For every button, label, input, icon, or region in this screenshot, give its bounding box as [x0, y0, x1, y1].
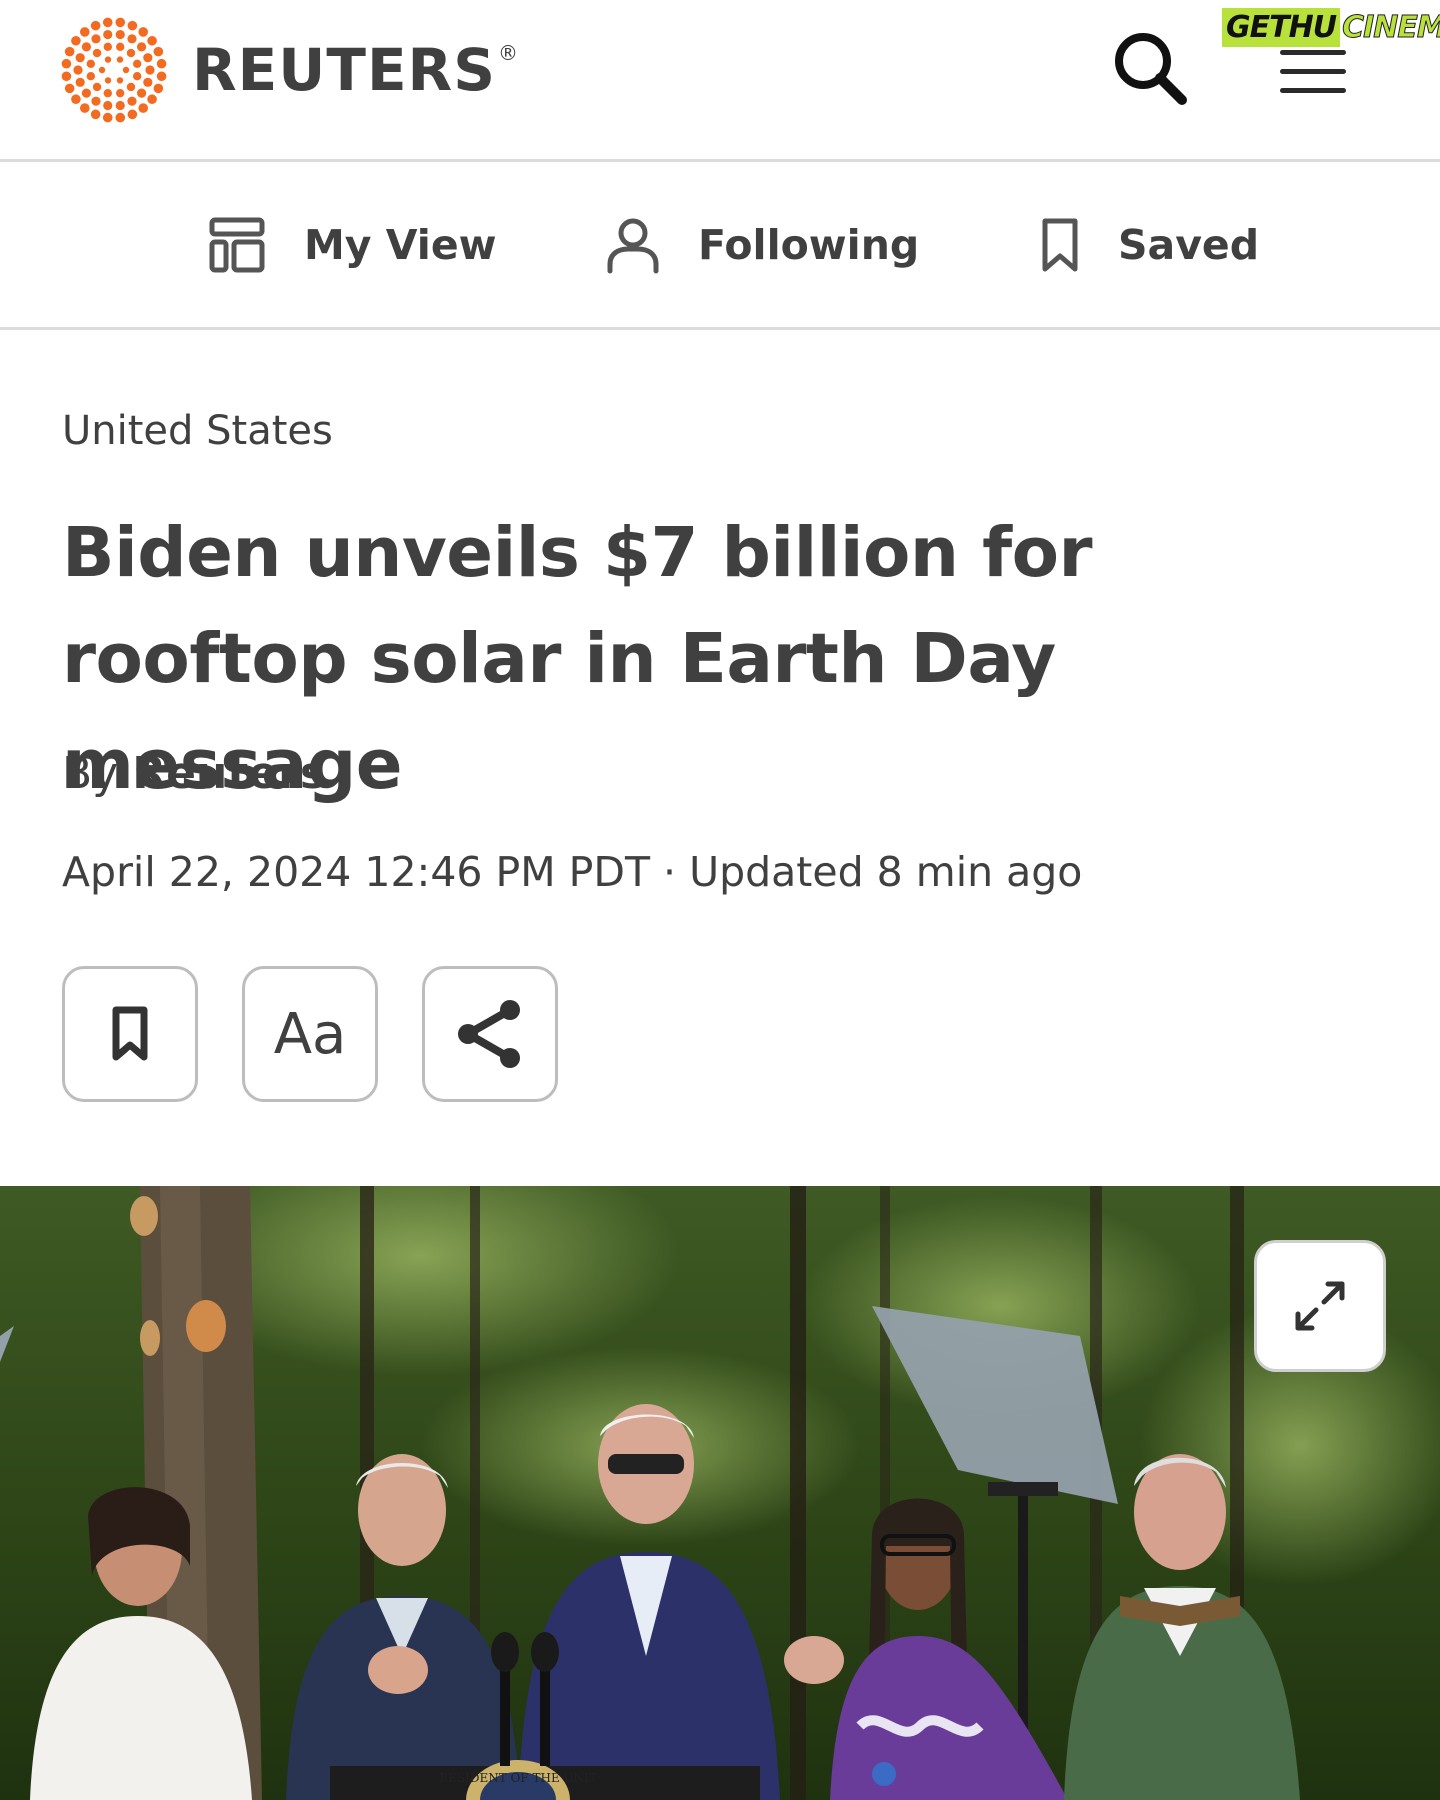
logo-dot: [102, 112, 113, 123]
logo-dot: [91, 34, 101, 44]
expand-icon: [1295, 1281, 1345, 1331]
hero-photo[interactable]: RESIDENT OF THE UNIT: [0, 1186, 1440, 1800]
logo-dot: [61, 71, 72, 82]
logo-dot: [61, 58, 72, 69]
logo-dot: [127, 34, 137, 44]
logo-dot: [136, 88, 147, 98]
logo-dot: [115, 29, 125, 40]
logo-dot: [126, 48, 136, 58]
logo-dot: [64, 83, 75, 94]
article-dateline: April 22, 2024 12:46 PM PDT · Updated 8 …: [62, 848, 1083, 896]
logo-dot: [143, 53, 153, 63]
logo-dot: [92, 48, 102, 58]
logo-dot: [153, 83, 164, 94]
logo-dot: [126, 82, 136, 92]
author-link[interactable]: Reuters: [132, 748, 326, 799]
logo-dot: [127, 20, 138, 31]
logo-dot: [153, 46, 164, 57]
menu-line: [1280, 69, 1346, 74]
reuters-logo[interactable]: REUTERS ®: [58, 14, 519, 126]
logo-dot: [71, 35, 81, 46]
expand-image-button[interactable]: [1254, 1240, 1386, 1372]
logo-dot: [81, 88, 92, 98]
logo-dot: [86, 72, 96, 81]
logo-dot: [103, 29, 113, 40]
hamburger-menu-button[interactable]: [1280, 50, 1346, 94]
reuters-logo-mark-icon: [61, 17, 167, 123]
text-size-label: Aa: [273, 1001, 347, 1067]
logo-dot: [156, 71, 167, 82]
logo-dot: [103, 42, 112, 52]
logo-dot: [127, 96, 137, 106]
nav-following-label: Following: [698, 221, 920, 269]
watermark-text-1: GETHU: [1222, 7, 1341, 47]
logo-dot: [145, 65, 155, 75]
logo-dot: [90, 20, 101, 31]
logo-dot: [104, 77, 112, 84]
logo-dot: [122, 66, 130, 74]
logo-dot: [98, 66, 106, 74]
logo-dot: [143, 77, 153, 87]
logo-dot: [92, 82, 102, 92]
brand-wordmark: REUTERS ®: [192, 36, 519, 104]
logo-dot: [81, 42, 92, 52]
menu-line: [1280, 88, 1346, 93]
logo-dot: [73, 65, 83, 75]
logo-dot: [136, 42, 147, 52]
bookmark-icon: [1042, 218, 1078, 272]
hero-photo-illustration: RESIDENT OF THE UNIT: [0, 1186, 1440, 1800]
logo-dot: [64, 46, 75, 57]
text-size-button[interactable]: Aa: [242, 966, 378, 1102]
logo-dot: [115, 100, 125, 111]
logo-dot: [138, 103, 149, 113]
logo-dot: [79, 103, 90, 113]
nav-saved-label: Saved: [1118, 221, 1260, 269]
nav-following[interactable]: Following: [606, 210, 919, 280]
logo-dot: [71, 94, 81, 105]
logo-dot: [104, 56, 112, 63]
share-icon: [458, 1000, 520, 1068]
logo-dot: [138, 27, 149, 37]
logo-dot: [116, 56, 124, 63]
search-button[interactable]: [1112, 30, 1188, 106]
logo-dot: [156, 58, 167, 69]
podium-seal-text: RESIDENT OF THE UNIT: [439, 1771, 597, 1785]
logo-dot: [79, 27, 90, 37]
logo-dot: [147, 94, 157, 105]
logo-dot: [116, 88, 125, 98]
byline: By Reuters: [62, 748, 326, 799]
logo-dot: [132, 59, 142, 68]
logo-dot: [103, 100, 113, 111]
logo-dot: [103, 88, 112, 98]
byline-prefix: By: [62, 748, 119, 799]
watermark-logo: GETHU CINEMA: [1222, 2, 1440, 52]
site-header: REUTERS® GETHU CINEMA: [0, 0, 1440, 162]
person-icon: [607, 218, 659, 274]
logo-dot: [116, 42, 125, 52]
logo-dot: [102, 17, 113, 28]
logo-dot: [90, 109, 101, 120]
logo-dot: [132, 72, 142, 81]
logo-dot: [127, 109, 138, 120]
bookmark-icon: [112, 1006, 148, 1061]
bookmark-article-button[interactable]: [62, 966, 198, 1102]
nav-my-view[interactable]: My View: [208, 210, 497, 280]
logo-dot: [86, 59, 96, 68]
logo-dot: [75, 77, 85, 87]
logo-dot: [91, 96, 101, 106]
search-icon: [1115, 33, 1187, 105]
section-link[interactable]: United States: [62, 408, 333, 454]
logo-dot: [147, 35, 157, 46]
user-nav: My View Following Saved: [0, 162, 1440, 330]
nav-saved[interactable]: Saved: [1040, 210, 1259, 280]
nav-my-view-label: My View: [304, 221, 497, 269]
logo-dot: [116, 77, 124, 84]
logo-dot: [115, 112, 126, 123]
share-button[interactable]: [422, 966, 558, 1102]
logo-dot: [75, 53, 85, 63]
watermark-text-2: CINEMA: [1342, 9, 1440, 45]
layout-icon: [209, 217, 265, 273]
logo-dot: [115, 17, 126, 28]
